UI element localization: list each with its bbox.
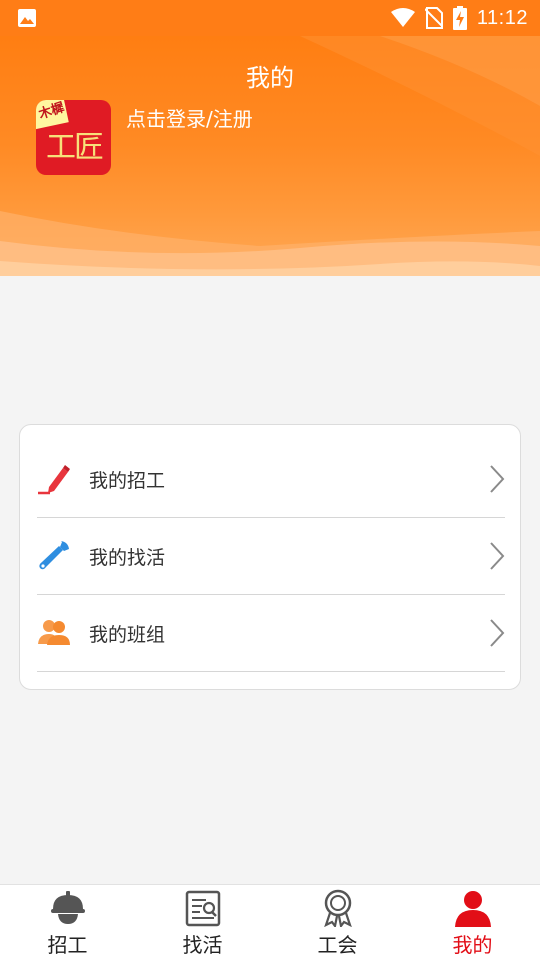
menu-item-label: 我的班组 <box>89 623 166 646</box>
pencil-icon <box>37 462 71 496</box>
menu-card: 我的招工 我的找活 我的班组 <box>19 424 521 690</box>
tab-label: 我的 <box>452 933 493 957</box>
tab-find-work[interactable]: 找活 <box>135 885 270 960</box>
person-icon <box>455 891 491 927</box>
chevron-right-icon <box>490 465 505 493</box>
bottom-tab-bar: 招工 找活 工会 我的 <box>0 884 540 960</box>
group-icon <box>37 616 71 650</box>
menu-item-my-team[interactable]: 我的班组 <box>37 595 505 672</box>
status-bar: 11:12 <box>0 0 540 36</box>
menu-item-label: 我的招工 <box>89 469 166 492</box>
award-icon <box>324 889 352 927</box>
tab-mine[interactable]: 我的 <box>405 885 540 960</box>
document-search-icon <box>185 890 221 927</box>
login-register-link[interactable]: 点击登录/注册 <box>126 103 253 132</box>
app-logo: 木樨 工匠 <box>36 100 111 175</box>
tab-label: 工会 <box>317 933 358 957</box>
tab-recruit[interactable]: 招工 <box>0 885 135 960</box>
wrench-icon <box>37 539 71 573</box>
menu-item-my-jobs[interactable]: 我的找活 <box>37 518 505 595</box>
tab-union[interactable]: 工会 <box>270 885 405 960</box>
chevron-right-icon <box>490 619 505 647</box>
no-sim-icon <box>424 7 443 29</box>
battery-charging-icon <box>452 6 467 30</box>
tab-label: 找活 <box>182 933 223 957</box>
menu-item-label: 我的找活 <box>89 546 166 569</box>
tab-label: 招工 <box>47 933 88 957</box>
image-icon <box>18 9 36 27</box>
logo-main-text: 工匠 <box>46 130 104 165</box>
status-time: 11:12 <box>476 6 528 29</box>
menu-item-my-recruitment[interactable]: 我的招工 <box>37 441 505 518</box>
chevron-right-icon <box>490 542 505 570</box>
hardhat-icon <box>51 891 85 924</box>
page-title: 我的 <box>246 64 294 92</box>
wifi-icon <box>390 8 415 27</box>
